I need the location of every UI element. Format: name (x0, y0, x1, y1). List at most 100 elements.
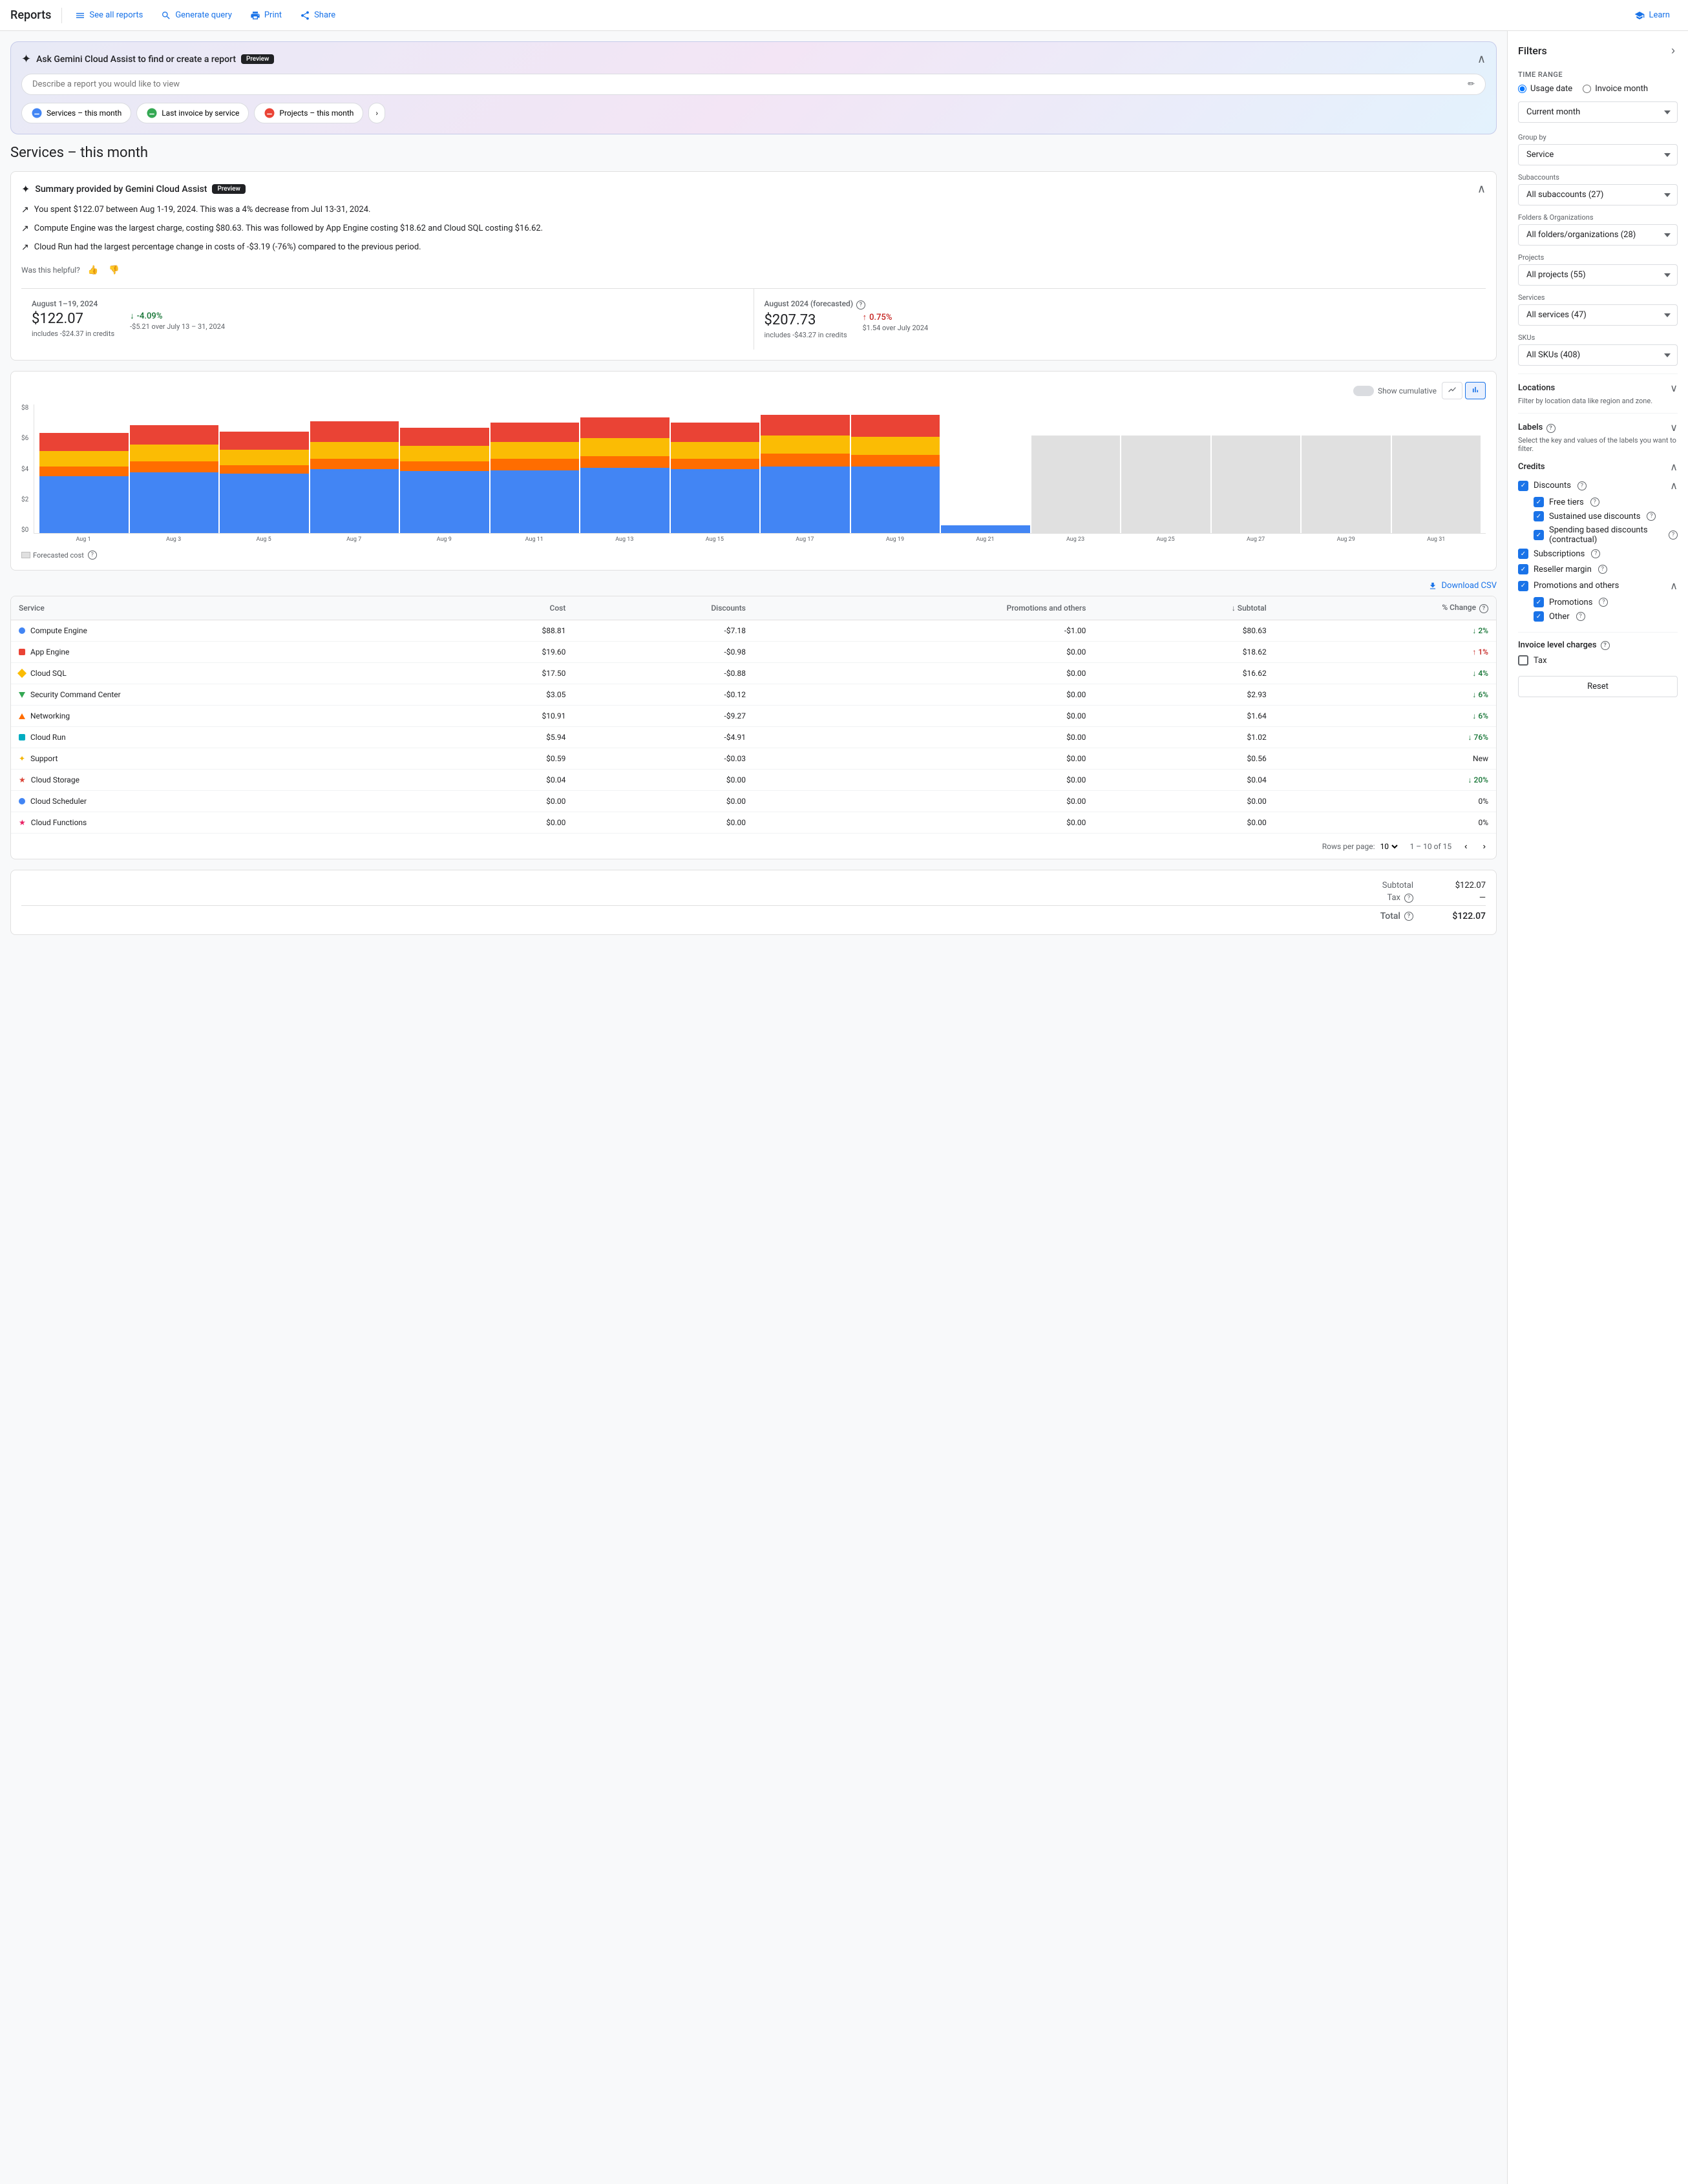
print-button[interactable]: Print (242, 6, 290, 25)
x-label-aug19: Aug 19 (850, 536, 940, 543)
services-select[interactable]: All services (47) (1518, 304, 1678, 326)
total-info-icon[interactable]: ? (1404, 912, 1413, 921)
gcp-logo-1 (31, 107, 43, 119)
summary-collapse-button[interactable]: ∧ (1477, 182, 1486, 196)
labels-header[interactable]: Labels ? ∨ (1518, 421, 1678, 434)
col-cost: Cost (432, 596, 573, 620)
locations-header[interactable]: Locations ∨ (1518, 382, 1678, 394)
thumbs-down-button[interactable]: 👎 (106, 262, 122, 278)
labels-chevron: ∨ (1670, 421, 1678, 434)
gemini-send-icon[interactable]: ✏ (1468, 79, 1475, 89)
filters-collapse-button[interactable]: › (1669, 41, 1678, 60)
table-header: Service Cost Discounts Promotions and ot… (11, 596, 1496, 620)
x-label-aug11: Aug 11 (490, 536, 579, 543)
projects-select[interactable]: All projects (55) (1518, 264, 1678, 286)
gemini-input[interactable] (32, 79, 1468, 89)
promotions-info-icon[interactable]: ? (1599, 598, 1608, 607)
quick-btn-projects[interactable]: Projects – this month (254, 103, 363, 123)
tax-item: Tax (1518, 655, 1678, 666)
col-service: Service (11, 596, 432, 620)
bar-aug6 (491, 404, 579, 533)
learn-button[interactable]: Learn (1627, 6, 1678, 25)
service-cell-scheduler: Cloud Scheduler (11, 791, 432, 812)
quick-btn-next[interactable]: › (368, 103, 385, 123)
subscriptions-info-icon[interactable]: ? (1591, 549, 1600, 558)
tax-info-icon[interactable]: ? (1404, 894, 1413, 903)
skus-select[interactable]: All SKUs (408) (1518, 344, 1678, 366)
summary-title: ✦ Summary provided by Gemini Cloud Assis… (21, 183, 246, 195)
promotions-checkbox[interactable] (1534, 597, 1544, 607)
invoice-charges-info-icon[interactable]: ? (1601, 641, 1610, 650)
see-all-reports-button[interactable]: See all reports (67, 6, 151, 25)
thumbs-up-button[interactable]: 👍 (85, 262, 101, 278)
forecast-info-icon[interactable]: ? (856, 300, 865, 310)
sustained-use-checkbox[interactable] (1534, 511, 1544, 521)
labels-desc: Select the key and values of the labels … (1518, 436, 1678, 453)
download-csv-button[interactable]: Download CSV (1428, 581, 1497, 591)
change-info-icon[interactable]: ? (1479, 604, 1488, 613)
forecasted-info-icon[interactable]: ? (88, 551, 97, 560)
cumulative-toggle[interactable] (1353, 386, 1374, 396)
radio-invoice-month[interactable]: Invoice month (1583, 84, 1648, 94)
reseller-margin-checkbox[interactable] (1518, 564, 1528, 574)
group-by-select[interactable]: Service Project SKU (1518, 144, 1678, 165)
x-axis: Aug 1 Aug 3 Aug 5 Aug 7 Aug 9 Aug 11 Aug… (34, 534, 1486, 543)
spending-based-info-icon[interactable]: ? (1669, 530, 1678, 540)
x-label-aug3: Aug 3 (129, 536, 218, 543)
other-info-icon[interactable]: ? (1576, 612, 1585, 621)
credit-promotions: Promotions ? (1518, 597, 1678, 607)
subscriptions-checkbox[interactable] (1518, 549, 1528, 559)
rows-per-page-select[interactable]: 10 25 50 (1378, 841, 1400, 852)
stat-current-sub2: -$5.21 over July 13 – 31, 2024 (130, 322, 225, 331)
discounts-checkbox[interactable] (1518, 481, 1528, 491)
bar-aug15-fc (1302, 404, 1390, 533)
col-discounts: Discounts (573, 596, 754, 620)
skus-label: SKUs (1518, 333, 1678, 342)
service-cell-appengine: App Engine (11, 642, 432, 663)
labels-info-icon[interactable]: ? (1546, 424, 1556, 433)
quick-btn-services[interactable]: Services – this month (21, 103, 131, 123)
subtotal-label: Subtotal (1382, 881, 1413, 890)
locations-desc: Filter by location data like region and … (1518, 397, 1678, 405)
generate-query-button[interactable]: Generate query (153, 6, 240, 25)
folders-orgs-label: Folders & Organizations (1518, 213, 1678, 222)
time-range-label: Time range (1518, 70, 1678, 79)
discounts-chevron[interactable]: ∧ (1670, 479, 1678, 492)
folders-orgs-select[interactable]: All folders/organizations (28) (1518, 224, 1678, 246)
other-checkbox[interactable] (1534, 611, 1544, 622)
radio-usage-date[interactable]: Usage date (1518, 84, 1572, 94)
next-page-button[interactable]: › (1481, 839, 1488, 854)
bar-chart-button[interactable] (1465, 382, 1486, 399)
spending-based-checkbox[interactable] (1534, 530, 1544, 540)
share-button[interactable]: Share (292, 6, 343, 25)
prev-page-button[interactable]: ‹ (1462, 839, 1470, 854)
promotions-others-chevron[interactable]: ∧ (1670, 580, 1678, 592)
promotions-others-checkbox[interactable] (1518, 581, 1528, 591)
locations-chevron: ∨ (1670, 382, 1678, 394)
current-month-select[interactable]: Current month Last month Last 3 months (1518, 101, 1678, 123)
x-label-aug7: Aug 7 (310, 536, 399, 543)
free-tiers-info-icon[interactable]: ? (1590, 498, 1599, 507)
discounts-info-icon[interactable]: ? (1577, 481, 1587, 490)
bar-aug1 (39, 404, 128, 533)
summary-preview-badge: Preview (212, 184, 245, 194)
free-tiers-checkbox[interactable] (1534, 497, 1544, 507)
arrow-icon-3: ↗ (21, 241, 29, 255)
reset-button[interactable]: Reset (1518, 676, 1678, 697)
credit-reseller-margin: Reseller margin ? (1518, 564, 1678, 574)
bar-aug12-fc (1031, 404, 1120, 533)
grand-total-row: Total ? $122.07 (21, 905, 1486, 921)
top-nav: Reports See all reports Generate query P… (0, 0, 1688, 31)
summary-card: ✦ Summary provided by Gemini Cloud Assis… (10, 171, 1497, 361)
y-label-6: $6 (21, 435, 28, 442)
sustained-use-info-icon[interactable]: ? (1647, 512, 1656, 521)
quick-btn-last-invoice[interactable]: Last invoice by service (136, 103, 249, 123)
reseller-margin-info-icon[interactable]: ? (1598, 565, 1607, 574)
line-chart-button[interactable] (1442, 382, 1462, 399)
stat-forecasted-sub2: $1.54 over July 2024 (863, 324, 929, 332)
summary-line-2: ↗ Compute Engine was the largest charge,… (21, 222, 1486, 236)
tax-checkbox[interactable] (1518, 655, 1528, 666)
gemini-collapse-button[interactable]: ∧ (1477, 52, 1486, 66)
subaccounts-select[interactable]: All subaccounts (27) (1518, 184, 1678, 205)
table-row: ✦ Support $0.59 -$0.03 $0.00 $0.56 New (11, 748, 1496, 770)
